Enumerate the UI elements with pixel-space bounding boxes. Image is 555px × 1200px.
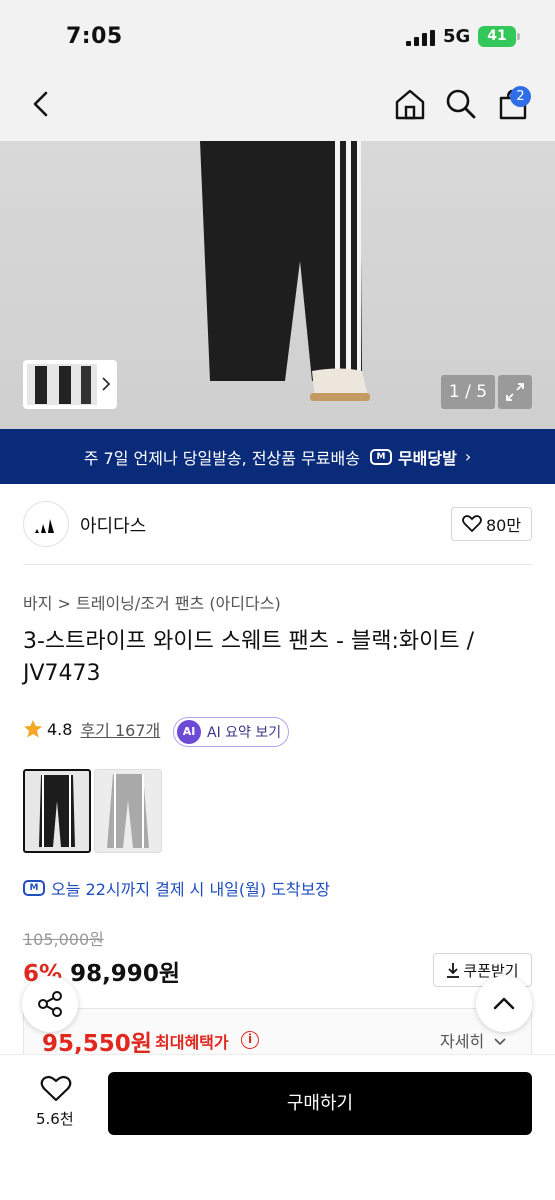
banner-brand: 무배당발: [397, 448, 457, 468]
brand-name[interactable]: 아디다스: [80, 512, 146, 538]
black-pants-thumbnail: [39, 775, 75, 847]
thumbnail-images: [27, 364, 111, 405]
delivery-guarantee: M 오늘 22시까지 결제 시 내일(월) 도착보장: [23, 876, 330, 900]
download-icon: [447, 963, 460, 978]
wishlist-heart-icon[interactable]: [40, 1075, 72, 1103]
info-icon[interactable]: i: [241, 1031, 259, 1049]
color-option-grey[interactable]: [94, 769, 162, 853]
home-icon[interactable]: [393, 87, 427, 121]
top-area: 7:05 5G 41 2: [0, 0, 555, 141]
ai-summary-label: AI 요약 보기: [207, 725, 282, 741]
thumbnail-strip[interactable]: [23, 360, 117, 409]
max-benefit-label: 최대혜택가: [155, 1033, 229, 1052]
sale-price: 98,990원: [70, 961, 180, 987]
share-button[interactable]: [22, 976, 78, 1032]
ai-badge-icon: AI: [177, 720, 201, 744]
star-icon: [24, 720, 42, 738]
color-option-black[interactable]: [23, 769, 91, 853]
heart-icon: [462, 515, 482, 533]
expand-button[interactable]: [498, 375, 532, 409]
grey-pants-thumbnail: [107, 774, 149, 848]
shipping-banner[interactable]: 주 7일 언제나 당일발송, 전상품 무료배송 M 무배당발 ›: [0, 429, 555, 484]
brand-logo[interactable]: [23, 501, 69, 547]
signal-icon: [406, 30, 435, 46]
ai-summary-button[interactable]: AI AI 요약 보기: [173, 717, 289, 747]
search-icon[interactable]: [445, 88, 477, 120]
battery-indicator: 41: [478, 26, 516, 47]
chevron-right-icon: ›: [464, 447, 472, 466]
banner-text: 주 7일 언제나 당일발송, 전상품 무료배송: [83, 448, 360, 468]
expand-icon: [506, 383, 524, 401]
cart-count-badge: 2: [510, 86, 531, 107]
battery-cap: [517, 33, 520, 40]
status-time: 7:05: [66, 24, 123, 49]
back-button[interactable]: [30, 90, 52, 118]
gallery-counter: 1 / 5: [441, 375, 495, 409]
divider: [23, 564, 532, 565]
rating-row[interactable]: 4.8 후기 167개: [23, 717, 160, 741]
detail-label: 자세히: [440, 1032, 485, 1051]
buy-button[interactable]: 구매하기: [108, 1072, 532, 1135]
chevron-down-icon: [494, 1038, 506, 1046]
mu-logo-icon: M: [369, 448, 392, 465]
network-label: 5G: [443, 26, 471, 47]
brand-like-count: 80만: [485, 516, 522, 535]
brand-like-button[interactable]: 80만: [451, 507, 532, 541]
product-title: 3-스트라이프 와이드 스웨트 팬츠 - 블랙:화이트 / JV7473: [23, 629, 474, 686]
adidas-logo-icon: [35, 519, 54, 533]
breadcrumb[interactable]: 바지 > 트레이닝/조거 팬츠 (아디다스): [23, 590, 281, 614]
rating-score: 4.8: [47, 719, 73, 739]
share-icon: [38, 991, 62, 1017]
wishlist-count: 5.6천: [36, 1110, 74, 1128]
delivery-text: 오늘 22시까지 결제 시 내일(월) 도착보장: [51, 880, 331, 899]
mu-delivery-icon: M: [23, 880, 45, 896]
original-price: 105,000원: [23, 930, 104, 949]
review-count-link[interactable]: 후기 167개: [80, 717, 160, 741]
scroll-top-button[interactable]: [476, 976, 532, 1032]
chevron-up-icon: [493, 997, 515, 1010]
